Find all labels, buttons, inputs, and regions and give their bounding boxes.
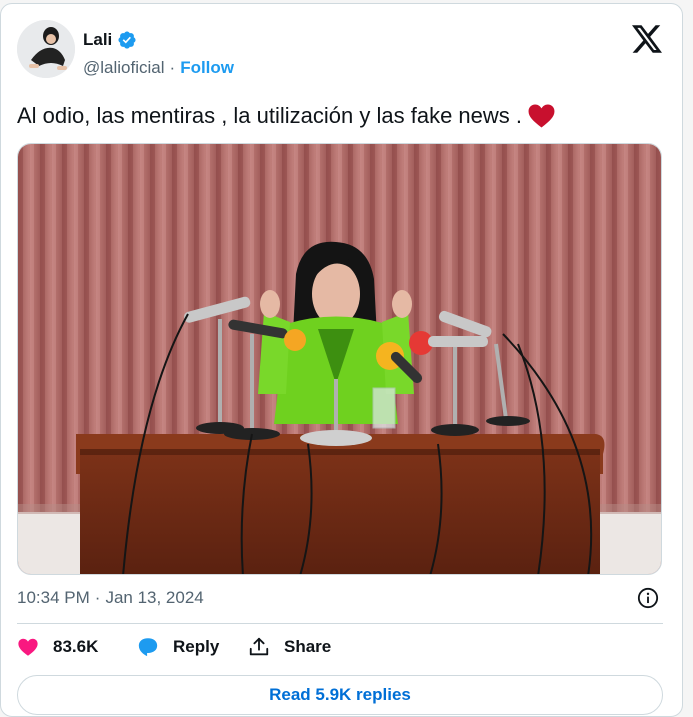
- verified-badge-icon: [118, 31, 136, 49]
- red-heart-emoji-icon: [528, 104, 555, 128]
- timestamp-separator: ·: [94, 588, 101, 607]
- share-icon: [249, 637, 269, 656]
- like-button[interactable]: 83.6K: [17, 636, 98, 658]
- read-replies-button[interactable]: Read 5.9K replies: [17, 675, 663, 715]
- tweet-card: Lali @lalioficial · Follow Al odio, las …: [0, 3, 683, 717]
- tweet-text: Al odio, las mentiras , la utilización y…: [17, 102, 555, 130]
- author-display-name[interactable]: Lali: [83, 30, 112, 50]
- reply-bubble-icon: [138, 638, 158, 657]
- avatar[interactable]: [17, 20, 75, 78]
- handle-separator: ·: [169, 58, 176, 77]
- author-handle[interactable]: @lalioficial: [83, 58, 165, 78]
- x-logo-icon[interactable]: [632, 25, 662, 53]
- tweet-timestamp[interactable]: 10:34 PM · Jan 13, 2024: [17, 588, 204, 608]
- follow-button[interactable]: Follow: [180, 58, 234, 78]
- reply-label: Reply: [173, 637, 220, 656]
- heart-icon: [18, 638, 38, 656]
- tweet-media-image[interactable]: [17, 143, 662, 575]
- author-name-row: Lali: [83, 30, 137, 50]
- share-button[interactable]: Share: [248, 636, 331, 658]
- share-label: Share: [284, 637, 332, 656]
- tweet-body: Al odio, las mentiras , la utilización y…: [17, 103, 523, 128]
- info-icon[interactable]: [637, 587, 659, 609]
- reply-button[interactable]: Reply: [137, 636, 219, 658]
- tweet-time: 10:34 PM: [17, 588, 90, 607]
- likes-count: 83.6K: [53, 637, 99, 656]
- author-handle-row: @lalioficial · Follow: [83, 58, 234, 78]
- divider: [17, 623, 663, 624]
- tweet-date: Jan 13, 2024: [105, 588, 204, 607]
